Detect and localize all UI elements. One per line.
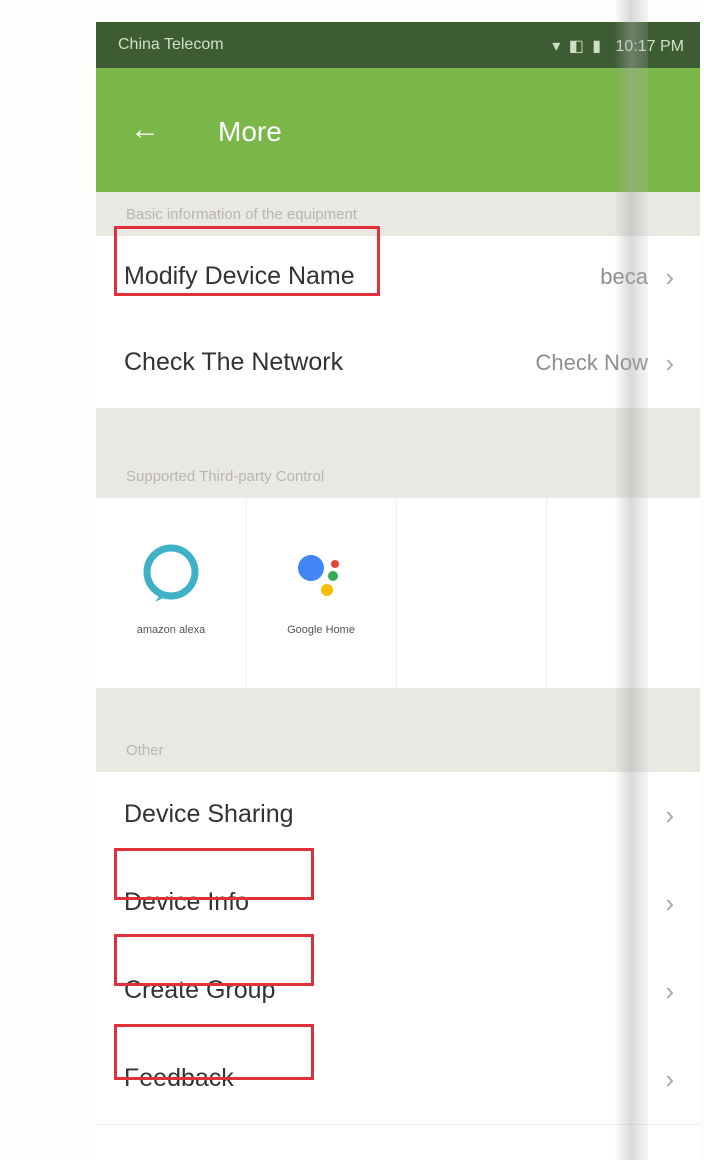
- back-arrow-icon[interactable]: ←: [130, 112, 166, 148]
- page-title: More: [218, 116, 282, 147]
- status-right: ▾ ◧ ▮ 10:17 PM: [552, 36, 684, 56]
- section-label: Other: [126, 742, 164, 759]
- chevron-right-icon: ›: [665, 800, 674, 830]
- row-label: Device Sharing: [124, 800, 294, 828]
- row-label: Create Group: [124, 976, 276, 1004]
- status-time: 10:17 PM: [615, 38, 684, 55]
- section-header-basic: Basic information of the equipment: [96, 192, 700, 236]
- assistant-alexa[interactable]: amazon alexa: [96, 498, 247, 688]
- assistant-grid: amazon alexa Google Home: [96, 498, 700, 688]
- create-group-row[interactable]: Create Group ›: [96, 948, 700, 1037]
- chevron-right-icon: ›: [665, 976, 674, 1006]
- section-label: Basic information of the equipment: [126, 206, 357, 223]
- row-label: Modify Device Name: [124, 262, 355, 290]
- alexa-ring-icon: [143, 544, 199, 602]
- assistant-google[interactable]: Google Home: [246, 498, 397, 688]
- row-value: Check Now: [535, 350, 648, 375]
- assistant-caption: amazon alexa: [136, 624, 206, 636]
- device-sharing-row[interactable]: Device Sharing ›: [96, 772, 700, 861]
- assistant-empty-cell: [396, 498, 547, 688]
- section-label: Supported Third-party Control: [126, 468, 325, 485]
- section-header-supported: Supported Third-party Control: [96, 408, 700, 498]
- google-assistant-icon: [298, 555, 339, 596]
- chevron-right-icon: ›: [665, 1064, 674, 1094]
- photo-background: China Telecom ▾ ◧ ▮ 10:17 PM ← More Basi…: [0, 0, 704, 1160]
- assistant-caption: Google Home: [287, 624, 355, 636]
- device-info-row[interactable]: Device Info ›: [96, 860, 700, 949]
- feedback-row[interactable]: Feedback ›: [96, 1036, 700, 1125]
- chevron-right-icon: ›: [665, 262, 674, 292]
- phone-screen: China Telecom ▾ ◧ ▮ 10:17 PM ← More Basi…: [96, 22, 700, 1160]
- modify-device-name-row[interactable]: Modify Device Name beca ›: [96, 236, 700, 323]
- signal-icons: ▾ ◧ ▮: [552, 38, 604, 55]
- row-value: beca: [600, 264, 648, 289]
- section-header-other: Other: [96, 688, 700, 772]
- chevron-right-icon: ›: [665, 348, 674, 378]
- carrier-name: China Telecom: [118, 36, 224, 53]
- chevron-right-icon: ›: [665, 888, 674, 918]
- row-label: Check The Network: [124, 348, 344, 376]
- row-label: Feedback: [124, 1064, 234, 1092]
- app-bar: ← More: [96, 68, 700, 192]
- status-bar: China Telecom ▾ ◧ ▮ 10:17 PM: [96, 22, 700, 68]
- row-label: Device Info: [124, 888, 250, 916]
- check-network-row[interactable]: Check The Network Check Now ›: [96, 322, 700, 409]
